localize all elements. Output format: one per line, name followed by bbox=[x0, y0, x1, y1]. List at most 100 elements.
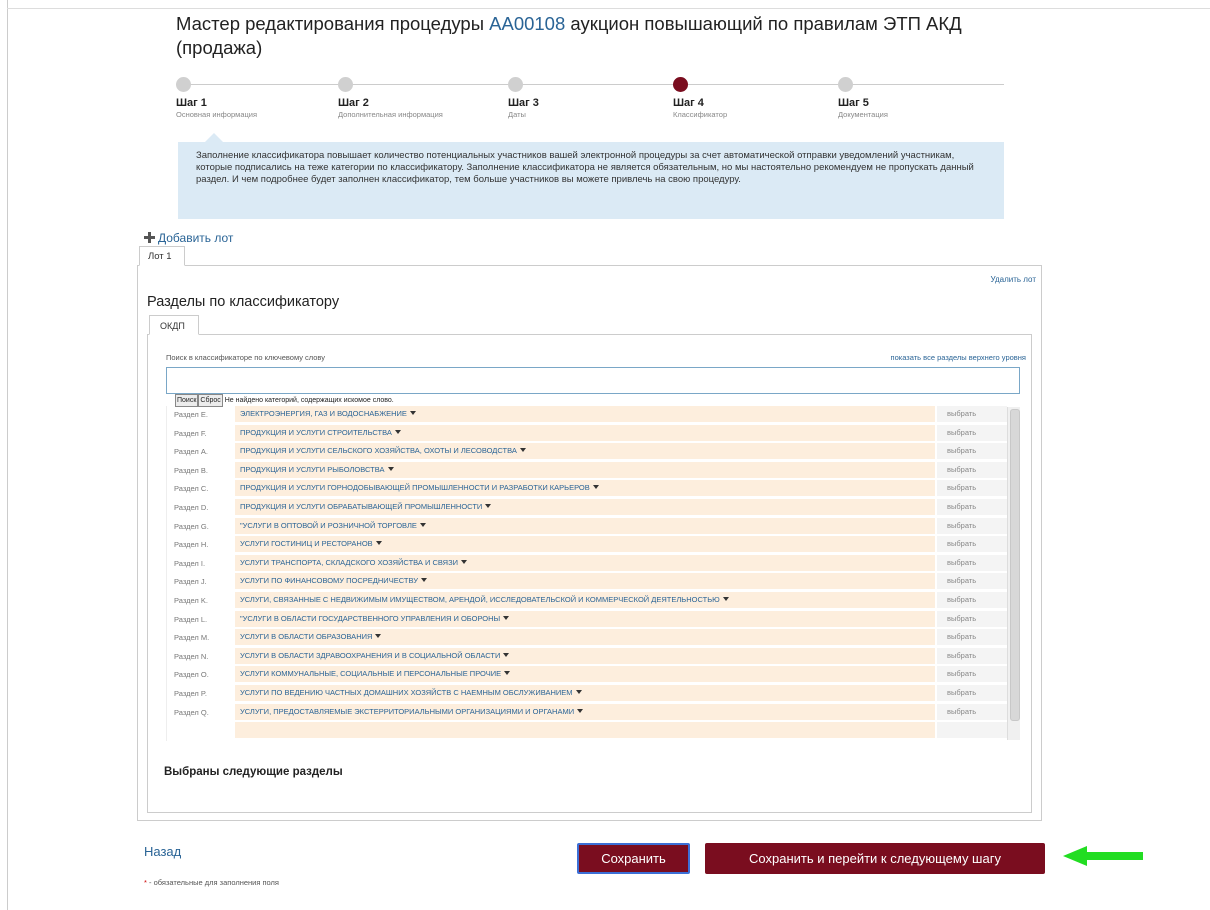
section-name-link[interactable]: Услуги по ведению частных домашних хозяй… bbox=[235, 684, 935, 701]
step-dot bbox=[176, 77, 191, 92]
window-border-top bbox=[7, 8, 1210, 9]
pick-button[interactable]: выбрать bbox=[937, 666, 1007, 683]
list-scrollbar[interactable] bbox=[1007, 407, 1020, 740]
caret-down-icon[interactable] bbox=[409, 411, 416, 415]
step-desc: Основная информация bbox=[176, 110, 258, 119]
sections-title: Разделы по классификатору bbox=[147, 294, 340, 310]
pick-button[interactable]: выбрать bbox=[937, 591, 1007, 608]
section-name-link[interactable]: Продукция и услуги обрабатывающей промыш… bbox=[235, 498, 935, 515]
caret-down-icon[interactable] bbox=[722, 596, 729, 601]
pick-button[interactable]: выбрать bbox=[937, 480, 1007, 497]
section-name-link[interactable]: "Услуги в области государственного управ… bbox=[235, 610, 935, 627]
wizard-step-5[interactable]: Шаг 5 Документация bbox=[838, 77, 998, 119]
caret-down-icon[interactable] bbox=[577, 708, 584, 713]
procedure-code-link[interactable]: АА00108 bbox=[489, 13, 565, 34]
pick-button[interactable]: выбрать bbox=[937, 629, 1007, 646]
list-item: Раздел O. Услуги коммунальные, социальные… bbox=[167, 666, 1021, 685]
step-name: Шаг 2 bbox=[338, 97, 369, 109]
caret-down-icon[interactable] bbox=[387, 466, 394, 471]
back-link[interactable]: Назад bbox=[144, 844, 181, 859]
pick-button[interactable]: выбрать bbox=[937, 536, 1007, 553]
list-item: Раздел C. Продукция и услуги горнодобываю… bbox=[167, 480, 1021, 499]
section-name-link[interactable]: Услуги гостиниц и ресторанов bbox=[235, 536, 935, 553]
wizard-step-2[interactable]: Шаг 2 Дополнительная информация bbox=[338, 77, 498, 119]
step-dot bbox=[838, 77, 853, 92]
wizard-step-1[interactable]: Шаг 1 Основная информация bbox=[176, 77, 336, 119]
step-name: Шаг 5 bbox=[838, 97, 869, 109]
pick-button[interactable]: выбрать bbox=[937, 647, 1007, 664]
add-lot-link[interactable]: Добавить лот bbox=[144, 231, 233, 245]
section-name: Услуги по ведению частных домашних хозяй… bbox=[240, 687, 573, 697]
section-name-link[interactable]: Услуги в области образования bbox=[235, 629, 935, 646]
section-name: Продукция и услуги горнодобывающей промы… bbox=[240, 483, 590, 493]
show-all-sections-link[interactable]: показать все разделы верхнего уровня bbox=[891, 353, 1026, 362]
section-code: Раздел B. bbox=[174, 465, 208, 475]
list-item: Раздел Q. Услуги, предоставляемые экстерр… bbox=[167, 703, 1021, 723]
pick-button[interactable]: выбрать bbox=[937, 461, 1007, 478]
caret-down-icon[interactable] bbox=[575, 689, 582, 694]
caret-down-icon[interactable] bbox=[420, 578, 427, 583]
info-pointer bbox=[205, 133, 223, 142]
save-and-next-button[interactable]: Сохранить и перейти к следующему шагу bbox=[705, 843, 1045, 874]
pick-button[interactable]: выбрать bbox=[937, 573, 1007, 590]
section-name-link[interactable]: "Услуги в оптовой и розничной торговле bbox=[235, 517, 935, 534]
caret-down-icon[interactable] bbox=[503, 652, 510, 657]
section-name: Услуги гостиниц и ресторанов bbox=[240, 539, 373, 549]
section-name: Услуги транспорта, складского хозяйства … bbox=[240, 557, 459, 567]
list-item: Раздел M. Услуги в области образования выб… bbox=[167, 629, 1021, 648]
pick-button[interactable]: выбрать bbox=[937, 443, 1007, 460]
section-name: Услуги в области здравоохранения и в соц… bbox=[240, 650, 501, 660]
pick-button[interactable]: выбрать bbox=[937, 517, 1007, 534]
delete-lot-link[interactable]: Удалить лот bbox=[991, 275, 1036, 284]
step-desc: Классификатор bbox=[673, 110, 728, 119]
section-name-link[interactable]: Услуги в области здравоохранения и в соц… bbox=[235, 647, 935, 664]
caret-down-icon[interactable] bbox=[419, 522, 426, 527]
tab-lot-1[interactable]: Лот 1 bbox=[139, 246, 185, 266]
list-item: Раздел F. Продукция и услуги строительств… bbox=[167, 424, 1021, 444]
caret-down-icon[interactable] bbox=[461, 559, 468, 564]
section-name-link[interactable]: Продукция и услуги горнодобывающей промы… bbox=[235, 480, 935, 497]
pick-button[interactable]: выбрать bbox=[937, 554, 1007, 571]
classifier-search-input[interactable] bbox=[166, 367, 1020, 394]
caret-down-icon[interactable] bbox=[592, 485, 599, 490]
search-label: Поиск в классификаторе по ключевому слов… bbox=[166, 353, 325, 362]
caret-down-icon[interactable] bbox=[503, 615, 510, 620]
section-code: Раздел N. bbox=[174, 651, 209, 661]
section-name-link[interactable]: Электроэнергия, газ и водоснабжение bbox=[235, 406, 935, 422]
section-name-link[interactable]: Услуги по финансовому посредничеству bbox=[235, 573, 935, 590]
section-name-link[interactable]: Услуги транспорта, складского хозяйства … bbox=[235, 554, 935, 571]
section-name-link[interactable]: Продукция и услуги строительства bbox=[235, 424, 935, 441]
section-name: Услуги, связанные с недвижимым имущество… bbox=[240, 594, 720, 604]
section-name-link[interactable]: Продукция и услуги рыболовства bbox=[235, 461, 935, 478]
save-button[interactable]: Сохранить bbox=[577, 843, 690, 874]
pick-button[interactable]: выбрать bbox=[937, 424, 1007, 441]
section-name: Электроэнергия, газ и водоснабжение bbox=[240, 409, 407, 418]
section-name: Услуги в области образования bbox=[240, 632, 373, 642]
tab-okdp[interactable]: ОКДП bbox=[149, 315, 199, 335]
caret-down-icon[interactable] bbox=[485, 503, 492, 508]
section-name-link[interactable]: Услуги, связанные с недвижимым имущество… bbox=[235, 591, 935, 608]
list-item: Раздел N. Услуги в области здравоохранени… bbox=[167, 647, 1021, 667]
caret-down-icon[interactable] bbox=[375, 634, 382, 639]
caret-down-icon[interactable] bbox=[504, 671, 511, 676]
caret-down-icon[interactable] bbox=[394, 429, 401, 434]
scrollbar-thumb[interactable] bbox=[1010, 409, 1020, 721]
pick-button[interactable]: выбрать bbox=[937, 684, 1007, 701]
list-item: Раздел G. "Услуги в оптовой и розничной т… bbox=[167, 517, 1021, 537]
pick-button[interactable]: выбрать bbox=[937, 703, 1007, 720]
pick-button[interactable]: выбрать bbox=[937, 610, 1007, 627]
plus-icon bbox=[144, 232, 155, 243]
classifier-list: Раздел E. Электроэнергия, газ и водоснабж… bbox=[166, 406, 1021, 741]
caret-down-icon[interactable] bbox=[375, 541, 382, 546]
pick-button[interactable]: выбрать bbox=[937, 498, 1007, 515]
section-name-link[interactable]: Услуги коммунальные, социальные и персон… bbox=[235, 666, 935, 683]
caret-down-icon[interactable] bbox=[519, 448, 526, 453]
required-note: * - обязательные для заполнения поля bbox=[144, 878, 279, 887]
section-code: Раздел F. bbox=[174, 428, 207, 438]
wizard-step-3[interactable]: Шаг 3 Даты bbox=[508, 77, 668, 119]
section-name-link[interactable]: Услуги, предоставляемые экстерриториальн… bbox=[235, 703, 935, 720]
pick-button[interactable]: выбрать bbox=[937, 406, 1007, 422]
section-code: Раздел O. bbox=[174, 670, 209, 680]
wizard-step-4[interactable]: Шаг 4 Классификатор bbox=[673, 77, 833, 119]
section-name-link[interactable]: Продукция и услуги сельского хозяйства, … bbox=[235, 443, 935, 460]
